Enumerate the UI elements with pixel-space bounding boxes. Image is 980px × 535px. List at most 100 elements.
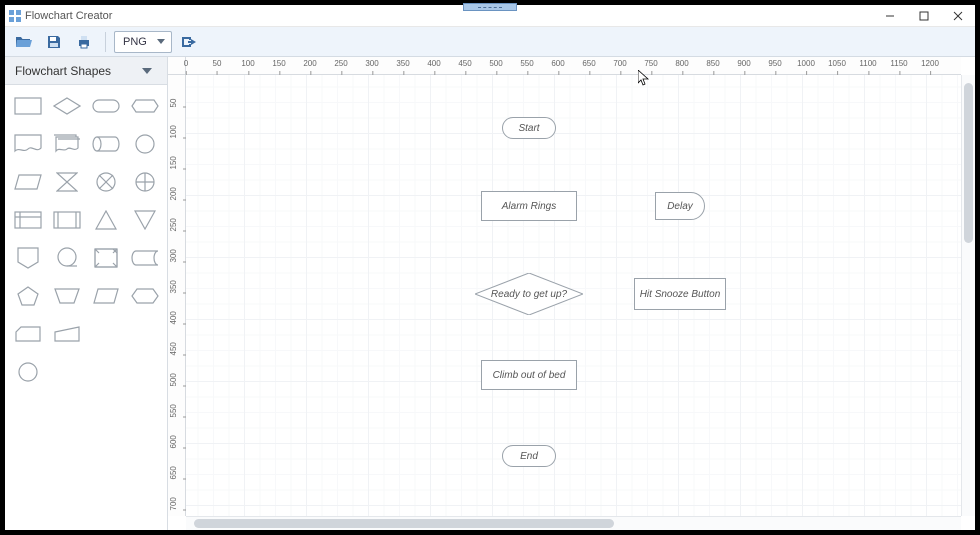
shape-multidoc[interactable] [50,131,83,157]
chevron-down-icon [157,39,165,44]
palette-header[interactable]: Flowchart Shapes [5,57,167,85]
shape-circle[interactable] [11,359,44,385]
export-format-value: PNG [123,36,147,48]
ruler-v-tick: 300 [169,257,182,266]
ruler-v-tick: 600 [169,443,182,452]
open-button[interactable] [11,30,37,54]
ruler-v-tick: 450 [169,350,182,359]
ruler-v-tick: 350 [169,288,182,297]
shape-or-junction[interactable] [128,169,161,195]
node-snooze-label: Hit Snooze Button [640,289,721,300]
ruler-h-tick: 800 [675,59,688,68]
titlebar: Flowchart Creator [5,5,975,27]
ruler-h-tick: 0 [184,59,188,68]
scrollbar-thumb-h[interactable] [194,519,614,528]
ruler-v-tick: 250 [169,226,182,235]
ruler-h-tick: 450 [458,59,471,68]
shape-palette: Flowchart Shapes [5,57,168,530]
node-decision[interactable]: Ready to get up? [475,273,583,315]
shape-manual-op[interactable] [50,283,83,309]
canvas-viewport[interactable]: Start Alarm Rings Delay Ready to get up?… [186,75,961,516]
node-delay-label: Delay [667,201,693,212]
ruler-h-tick: 750 [644,59,657,68]
export-icon [180,34,198,50]
toolbar: PNG [5,27,975,57]
shape-offpage[interactable] [11,245,44,271]
scrollbar-thumb-v[interactable] [964,83,973,243]
shape-loop-limit[interactable] [89,283,122,309]
node-start-label: Start [518,123,539,134]
ruler-h-tick: 650 [582,59,595,68]
ruler-v-tick: 50 [169,102,178,111]
shape-seq-access[interactable] [50,245,83,271]
save-button[interactable] [41,30,67,54]
ruler-h-tick: 200 [303,59,316,68]
shape-decision[interactable] [50,93,83,119]
ruler-h-tick: 850 [706,59,719,68]
shape-card[interactable] [11,321,44,347]
ruler-h-tick: 100 [241,59,254,68]
print-icon [76,34,92,50]
ruler-h-tick: 350 [396,59,409,68]
ruler-v-tick: 150 [169,164,182,173]
ruler-h-tick: 950 [768,59,781,68]
shape-internal-storage[interactable] [11,207,44,233]
ruler-v-tick: 700 [169,505,182,514]
node-alarm[interactable]: Alarm Rings [481,191,577,221]
node-snooze[interactable]: Hit Snooze Button [634,278,726,310]
shape-predefined-process[interactable] [50,207,83,233]
scrollbar-vertical[interactable] [961,75,975,516]
shape-collate[interactable] [50,169,83,195]
shape-stored-data[interactable] [128,245,161,271]
shape-preparation[interactable] [128,93,161,119]
node-climb[interactable]: Climb out of bed [481,360,577,390]
canvas[interactable]: 0 50 100 150 200 250 300 350 400 450 500 550 600 650 7… [168,57,975,530]
shape-connector-circle[interactable] [128,131,161,157]
shape-document[interactable] [11,131,44,157]
export-format-select[interactable]: PNG [114,31,172,53]
window-minimize-button[interactable] [873,5,907,27]
shape-manual-input[interactable] [50,321,83,347]
ruler-h-tick: 1100 [859,59,876,68]
scrollbar-horizontal[interactable] [186,516,961,530]
window-maximize-button[interactable] [907,5,941,27]
ruler-v-tick: 550 [169,412,182,421]
shape-process[interactable] [11,93,44,119]
palette-grid [11,93,161,385]
shape-direct-data[interactable] [89,131,122,157]
chevron-down-icon [142,68,152,74]
save-icon [46,34,62,50]
shape-sum-junction[interactable] [89,169,122,195]
export-button[interactable] [176,30,202,54]
ruler-h-tick: 300 [365,59,378,68]
shape-extract[interactable] [89,207,122,233]
shape-display[interactable] [128,283,161,309]
app-title: Flowchart Creator [25,10,112,22]
ruler-v-tick: 400 [169,319,182,328]
shape-merge[interactable] [128,207,161,233]
shape-data-io[interactable] [11,169,44,195]
ruler-h-tick: 550 [520,59,533,68]
palette-collapse-button[interactable] [137,61,157,81]
ruler-h-tick: 600 [551,59,564,68]
ruler-horizontal: 0501001502002503003504004505005506006507… [186,57,961,75]
node-start[interactable]: Start [502,117,556,139]
palette-title: Flowchart Shapes [15,64,111,78]
title-tab-stub[interactable] [463,3,517,11]
toolbar-separator [105,32,106,52]
ruler-v-tick: 500 [169,381,182,390]
ruler-h-tick: 250 [334,59,347,68]
print-button[interactable] [71,30,97,54]
folder-open-icon [15,34,33,50]
window-close-button[interactable] [941,5,975,27]
node-delay[interactable]: Delay [655,192,705,220]
shape-alt-process[interactable] [89,245,122,271]
node-end[interactable]: End [502,445,556,467]
node-end-label: End [520,451,538,462]
ruler-h-tick: 1050 [828,59,846,68]
shape-pentagon[interactable] [11,283,44,309]
ruler-vertical: 5010015020025030035040045050055060065070… [168,75,186,516]
shape-terminator[interactable] [89,93,122,119]
ruler-h-tick: 500 [489,59,502,68]
ruler-v-tick: 200 [169,195,182,204]
